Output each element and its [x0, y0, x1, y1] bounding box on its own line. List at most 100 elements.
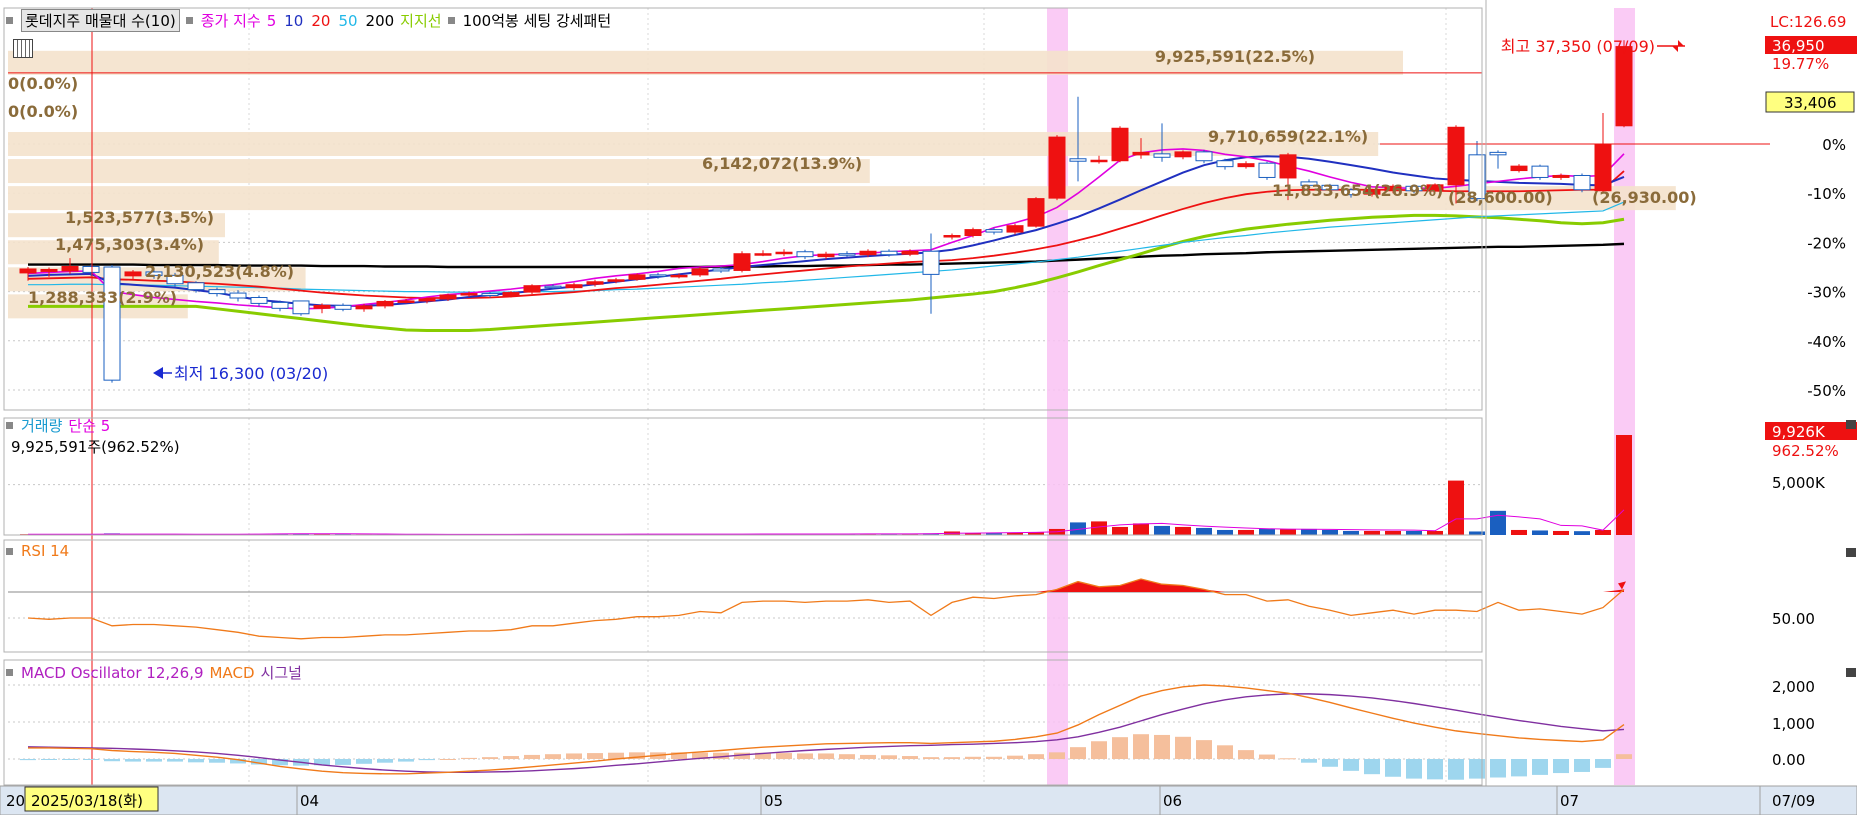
candle-body	[229, 292, 247, 299]
legend-square-icon	[6, 17, 13, 24]
volume-bar	[1511, 529, 1527, 535]
macd-oscillator-bar	[83, 759, 99, 760]
signal-title: 시그널	[260, 664, 302, 682]
macd-oscillator-bar	[1469, 759, 1485, 779]
stock-tag[interactable]: 롯데지주 매물대 수(10)	[21, 9, 180, 32]
candle-body	[1594, 143, 1612, 192]
macd-axis-tick: 2,000	[1772, 678, 1815, 696]
price-line-label: (28,600.00)	[1448, 188, 1553, 207]
macd-oscillator-bar	[62, 759, 78, 760]
volume-bar	[1217, 529, 1233, 535]
candle	[103, 265, 121, 383]
candle-body	[838, 253, 856, 256]
candle	[964, 227, 982, 238]
candle-body	[607, 279, 625, 282]
volume-profile-label: 0(0.0%)	[8, 102, 78, 121]
macd-oscillator-bar	[20, 759, 36, 761]
month-label-06: 06	[1163, 792, 1182, 810]
macd-oscillator-bar	[986, 756, 1002, 759]
pane-close-button[interactable]	[1846, 420, 1856, 429]
volume-ma-label: 단순 5	[68, 417, 111, 435]
candle-body	[691, 268, 709, 276]
candle-body	[817, 253, 835, 258]
chart-window: 9,925,591(22.5%) 0(0.0%) 0(0.0%) 9,710,659(…	[0, 0, 1857, 815]
close-icon	[1846, 668, 1856, 677]
macd-oscillator-bar	[1112, 737, 1128, 759]
volume-profile-label: 0(0.0%)	[8, 74, 78, 93]
legend-square-icon	[447, 17, 455, 24]
macd-oscillator-bar	[1133, 734, 1149, 759]
candle	[1048, 135, 1066, 201]
macd-oscillator-bar	[167, 759, 183, 762]
macd-oscillator-bar	[797, 753, 813, 759]
candle	[733, 251, 751, 273]
chart-canvas[interactable]: 9,925,591(22.5%) 0(0.0%) 0(0.0%) 9,710,659(…	[0, 0, 1857, 815]
candle	[1111, 126, 1129, 163]
macd-oscillator-bar	[1385, 759, 1401, 777]
date-end-label: 07/09	[1772, 792, 1815, 810]
candle-body	[775, 251, 793, 255]
candle-body	[859, 250, 877, 256]
macd-oscillator-bar	[461, 757, 477, 759]
volume-bar	[1196, 527, 1212, 535]
macd-oscillator-bar	[1511, 759, 1527, 777]
candle	[1195, 149, 1213, 164]
macd-oscillator-bar	[1238, 750, 1254, 759]
candle-body	[1237, 163, 1255, 168]
macd-oscillator-bar	[1616, 754, 1632, 759]
macd-oscillator-bar	[1028, 754, 1044, 759]
candle	[292, 300, 310, 316]
macd-oscillator-bar	[209, 759, 225, 763]
pane-close-button[interactable]	[1846, 548, 1856, 557]
pattern-highlight	[1047, 8, 1068, 785]
rsi-title: RSI 14	[21, 542, 70, 560]
candle-body	[1447, 126, 1465, 186]
ma-period-list: 5 10 20 50 200	[267, 12, 394, 30]
candle-body	[481, 293, 499, 297]
macd-oscillator-bar	[1301, 759, 1317, 763]
volume-bar	[1343, 530, 1359, 535]
volume-bar	[1448, 480, 1464, 535]
candle-body	[82, 266, 100, 273]
volume-profile-label: 1,475,303(3.4%)	[55, 235, 204, 254]
legend-square-icon	[6, 422, 13, 429]
volume-bar	[1553, 530, 1569, 535]
volume-bar	[1427, 530, 1443, 535]
macd-oscillator-bar	[377, 759, 393, 763]
candle-body	[880, 250, 898, 256]
volume-now-label: 9,926K	[1772, 423, 1826, 441]
macd-title: MACD	[209, 663, 255, 682]
volume-bar	[1175, 526, 1191, 535]
candle-body	[1090, 159, 1108, 163]
month-label-07: 07	[1560, 792, 1579, 810]
macd-oscillator-bar	[104, 759, 120, 762]
macd-oscillator-bar	[1427, 759, 1443, 780]
volume-legend: 거래량 단순 5	[6, 415, 110, 436]
candle-body	[649, 274, 667, 277]
volume-bar	[1385, 530, 1401, 535]
candle-body	[1279, 154, 1297, 179]
macd-oscillator-bar	[1070, 747, 1086, 759]
cursor-date-label: 2025/03/18(화)	[31, 792, 143, 810]
volume-profile-label: 1,523,577(3.5%)	[65, 208, 214, 227]
candle-body	[460, 293, 478, 296]
macd-oscillator-bar	[146, 759, 162, 762]
grid-settings-icon[interactable]	[13, 39, 33, 58]
volume-title: 거래량	[21, 417, 63, 435]
macd-oscillator-bar	[1154, 734, 1170, 759]
volume-bar	[1364, 530, 1380, 535]
ma-period-5: 5	[266, 11, 277, 30]
candle-body	[1216, 160, 1234, 168]
macd-oscillator-bar	[1196, 740, 1212, 759]
pane-close-button[interactable]	[1846, 668, 1856, 677]
ma-period-20: 20	[311, 11, 331, 30]
high-annotation: 최고 37,350 (07/09)	[1501, 37, 1655, 56]
macd-oscillator-bar	[1091, 741, 1107, 759]
macd-oscillator-bar	[125, 759, 141, 762]
volume-bar	[1406, 530, 1422, 535]
support-label: 지지선	[400, 12, 442, 30]
macd-osc-title: MACD Oscillator 12,26,9	[21, 663, 204, 682]
candle-body	[523, 285, 541, 293]
candle-body	[754, 253, 772, 256]
volume-profile-label: 1,288,333(2.9%)	[28, 288, 177, 307]
